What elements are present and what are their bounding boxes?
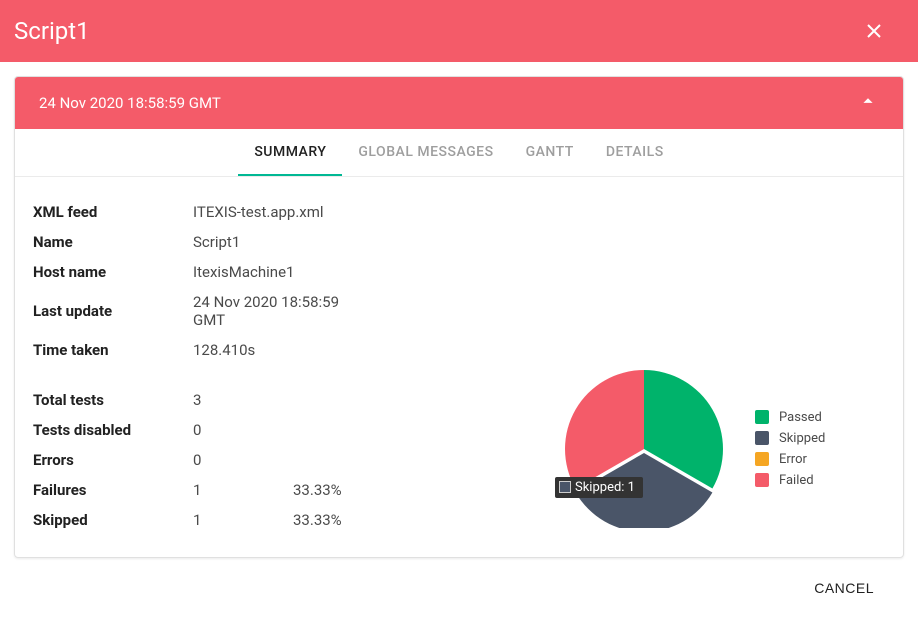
value-last-update: 24 Nov 2020 18:58:59 GMT bbox=[193, 287, 373, 335]
label-total-tests: Total tests bbox=[33, 365, 193, 415]
row-skipped: Skipped 1 33.33% bbox=[33, 505, 373, 535]
panel-timestamp: 24 Nov 2020 18:58:59 GMT bbox=[39, 94, 221, 112]
label-failures: Failures bbox=[33, 475, 193, 505]
label-skipped: Skipped bbox=[33, 505, 193, 535]
panel-header[interactable]: 24 Nov 2020 18:58:59 GMT bbox=[15, 77, 903, 129]
close-icon bbox=[867, 24, 881, 38]
value-total-tests: 3 bbox=[193, 365, 293, 415]
value-time-taken: 128.410s bbox=[193, 335, 373, 365]
tab-summary[interactable]: SUMMARY bbox=[238, 129, 342, 176]
dialog-title: Script1 bbox=[14, 17, 90, 45]
legend-swatch bbox=[755, 452, 769, 466]
row-name: Name Script1 bbox=[33, 227, 373, 257]
row-host: Host name ItexisMachine1 bbox=[33, 257, 373, 287]
label-name: Name bbox=[33, 227, 193, 257]
legend-label: Error bbox=[779, 452, 807, 467]
tab-gantt[interactable]: GANTT bbox=[510, 129, 590, 176]
pct-skipped: 33.33% bbox=[293, 505, 373, 535]
value-errors: 0 bbox=[193, 445, 293, 475]
value-host: ItexisMachine1 bbox=[193, 257, 373, 287]
dialog-footer: CANCEL bbox=[14, 558, 904, 596]
row-failures: Failures 1 33.33% bbox=[33, 475, 373, 505]
row-tests-disabled: Tests disabled 0 bbox=[33, 415, 373, 445]
legend-swatch bbox=[755, 473, 769, 487]
chart-column: Skipped: 1 Passed Skipped Error Failed bbox=[565, 362, 885, 535]
panel-body: XML feed ITEXIS-test.app.xml Name Script… bbox=[15, 177, 903, 557]
value-tests-disabled: 0 bbox=[193, 415, 293, 445]
dialog-content: 24 Nov 2020 18:58:59 GMT SUMMARY GLOBAL … bbox=[0, 62, 918, 610]
row-errors: Errors 0 bbox=[33, 445, 373, 475]
row-time-taken: Time taken 128.410s bbox=[33, 335, 373, 365]
chart-legend: Passed Skipped Error Failed bbox=[755, 410, 825, 488]
tooltip-label: Skipped: 1 bbox=[575, 480, 635, 495]
legend-item: Failed bbox=[755, 473, 825, 488]
tab-details[interactable]: DETAILS bbox=[590, 129, 680, 176]
row-last-update: Last update 24 Nov 2020 18:58:59 GMT bbox=[33, 287, 373, 335]
chart-tooltip: Skipped: 1 bbox=[555, 477, 643, 498]
close-button[interactable] bbox=[862, 19, 886, 43]
legend-item: Passed bbox=[755, 410, 825, 425]
value-xml-feed: ITEXIS-test.app.xml bbox=[193, 197, 373, 227]
label-last-update: Last update bbox=[33, 287, 193, 335]
legend-label: Passed bbox=[779, 410, 822, 425]
value-skipped: 1 bbox=[193, 505, 293, 535]
value-failures: 1 bbox=[193, 475, 293, 505]
legend-item: Skipped bbox=[755, 431, 825, 446]
chevron-up-icon bbox=[857, 90, 879, 116]
info-column: XML feed ITEXIS-test.app.xml Name Script… bbox=[33, 197, 565, 535]
pie-chart: Skipped: 1 bbox=[565, 370, 723, 528]
result-panel: 24 Nov 2020 18:58:59 GMT SUMMARY GLOBAL … bbox=[14, 76, 904, 558]
legend-label: Failed bbox=[779, 473, 814, 488]
tab-global-messages[interactable]: GLOBAL MESSAGES bbox=[342, 129, 509, 176]
value-name: Script1 bbox=[193, 227, 373, 257]
label-tests-disabled: Tests disabled bbox=[33, 415, 193, 445]
label-errors: Errors bbox=[33, 445, 193, 475]
legend-item: Error bbox=[755, 452, 825, 467]
tooltip-swatch bbox=[559, 481, 571, 493]
legend-swatch bbox=[755, 410, 769, 424]
info-table: XML feed ITEXIS-test.app.xml Name Script… bbox=[33, 197, 373, 535]
legend-label: Skipped bbox=[779, 431, 825, 446]
row-xml-feed: XML feed ITEXIS-test.app.xml bbox=[33, 197, 373, 227]
cancel-button[interactable]: CANCEL bbox=[814, 580, 874, 596]
label-xml-feed: XML feed bbox=[33, 197, 193, 227]
tab-bar: SUMMARY GLOBAL MESSAGES GANTT DETAILS bbox=[15, 129, 903, 177]
row-total-tests: Total tests 3 bbox=[33, 365, 373, 415]
label-host: Host name bbox=[33, 257, 193, 287]
legend-swatch bbox=[755, 431, 769, 445]
label-time-taken: Time taken bbox=[33, 335, 193, 365]
dialog-header: Script1 bbox=[0, 0, 918, 62]
pct-failures: 33.33% bbox=[293, 475, 373, 505]
